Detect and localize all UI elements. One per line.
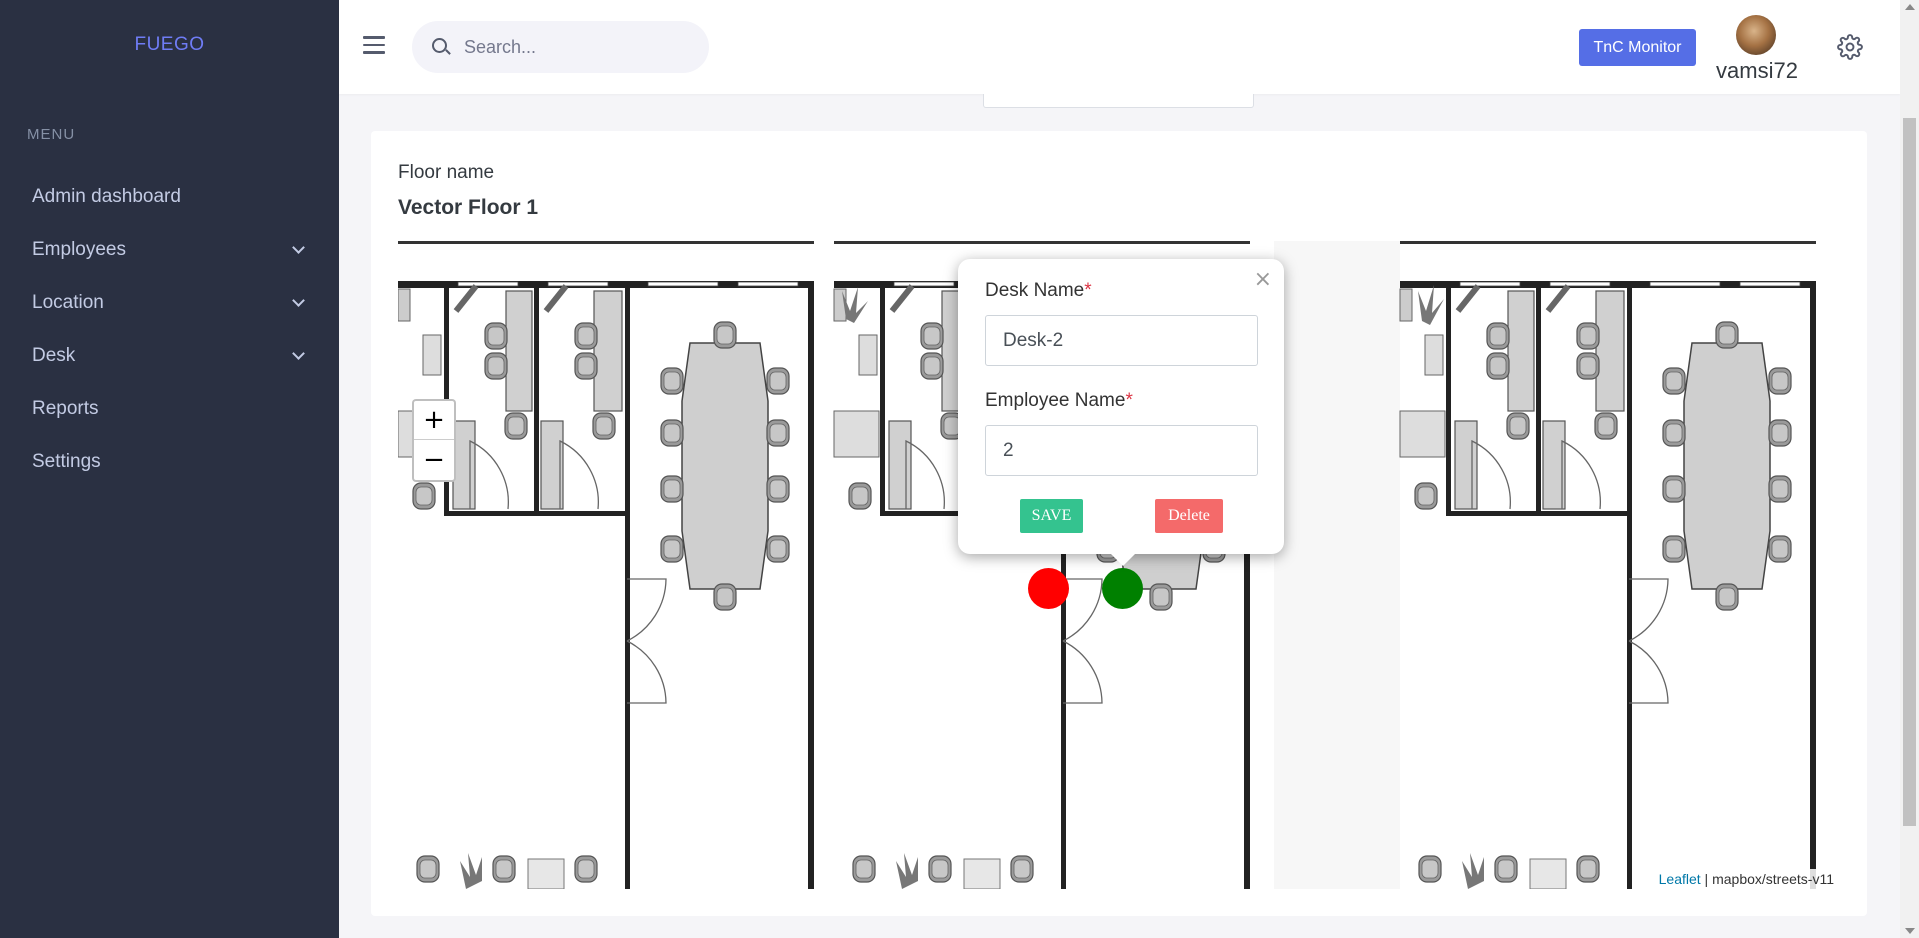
scroll-down-icon[interactable] <box>1905 928 1915 934</box>
chevron-down-icon <box>292 346 305 360</box>
sidebar-nav: Admin dashboard Employees Location Desk … <box>0 170 339 488</box>
sidebar-item-label: Location <box>32 291 104 313</box>
page-scrollbar[interactable] <box>1900 0 1919 938</box>
attribution-separator: | <box>1700 871 1713 887</box>
desk-name-label-text: Desk Name <box>985 280 1085 301</box>
save-button[interactable]: SAVE <box>1020 499 1083 533</box>
zoom-in-button[interactable]: + <box>414 401 454 440</box>
avatar[interactable] <box>1736 15 1776 55</box>
leaflet-link[interactable]: Leaflet <box>1659 871 1701 887</box>
brand-logo[interactable]: FUEGO <box>0 34 339 56</box>
collapsed-panel-edge <box>983 94 1254 108</box>
scroll-up-icon[interactable] <box>1905 4 1915 10</box>
search-box <box>412 21 709 73</box>
floor-name-value: Vector Floor 1 <box>398 196 539 219</box>
close-icon[interactable]: × <box>1254 267 1272 292</box>
sidebar-item-employees[interactable]: Employees <box>0 223 339 276</box>
required-mark: * <box>1125 390 1133 411</box>
employee-name-label: Employee Name* <box>985 390 1133 412</box>
popup-tip <box>1109 552 1137 566</box>
desk-name-label: Desk Name* <box>985 280 1092 302</box>
search-input[interactable] <box>464 21 694 73</box>
sidebar-item-label: Reports <box>32 397 99 419</box>
tnc-monitor-button[interactable]: TnC Monitor <box>1579 29 1696 66</box>
chevron-down-icon <box>292 240 305 254</box>
username[interactable]: vamsi72 <box>1712 58 1802 84</box>
search-icon <box>432 38 447 53</box>
map-attribution: Leaflet | mapbox/streets-v11 <box>1653 869 1839 889</box>
employee-name-label-text: Employee Name <box>985 390 1126 411</box>
zoom-out-button[interactable]: − <box>414 440 454 479</box>
sidebar-item-label: Employees <box>32 238 126 260</box>
attribution-text: mapbox/streets-v11 <box>1712 871 1834 887</box>
sidebar-item-reports[interactable]: Reports <box>0 382 339 435</box>
desk-marker-occupied[interactable] <box>1028 568 1069 609</box>
delete-button[interactable]: Delete <box>1155 499 1223 533</box>
sidebar: FUEGO MENU Admin dashboard Employees Loc… <box>0 0 339 938</box>
menu-title: MENU <box>27 126 76 143</box>
sidebar-item-desk[interactable]: Desk <box>0 329 339 382</box>
top-header: TnC Monitor vamsi72 <box>339 0 1900 94</box>
desk-popup: × Desk Name* Employee Name* SAVE Delete <box>958 259 1284 566</box>
floor-name-label: Floor name <box>398 162 495 183</box>
sidebar-item-label: Desk <box>32 344 76 366</box>
scrollbar-thumb[interactable] <box>1903 118 1916 826</box>
zoom-control: + − <box>412 399 456 482</box>
desk-name-input[interactable] <box>985 315 1258 366</box>
sidebar-item-admin-dashboard[interactable]: Admin dashboard <box>0 170 339 223</box>
hamburger-icon[interactable] <box>363 36 385 54</box>
gear-icon[interactable] <box>1837 34 1863 60</box>
desk-marker-available[interactable] <box>1102 568 1143 609</box>
sidebar-item-label: Admin dashboard <box>32 185 181 207</box>
employee-name-input[interactable] <box>985 425 1258 476</box>
sidebar-item-settings[interactable]: Settings <box>0 435 339 488</box>
sidebar-item-location[interactable]: Location <box>0 276 339 329</box>
sidebar-item-label: Settings <box>32 450 101 472</box>
chevron-down-icon <box>292 293 305 307</box>
required-mark: * <box>1084 280 1092 301</box>
